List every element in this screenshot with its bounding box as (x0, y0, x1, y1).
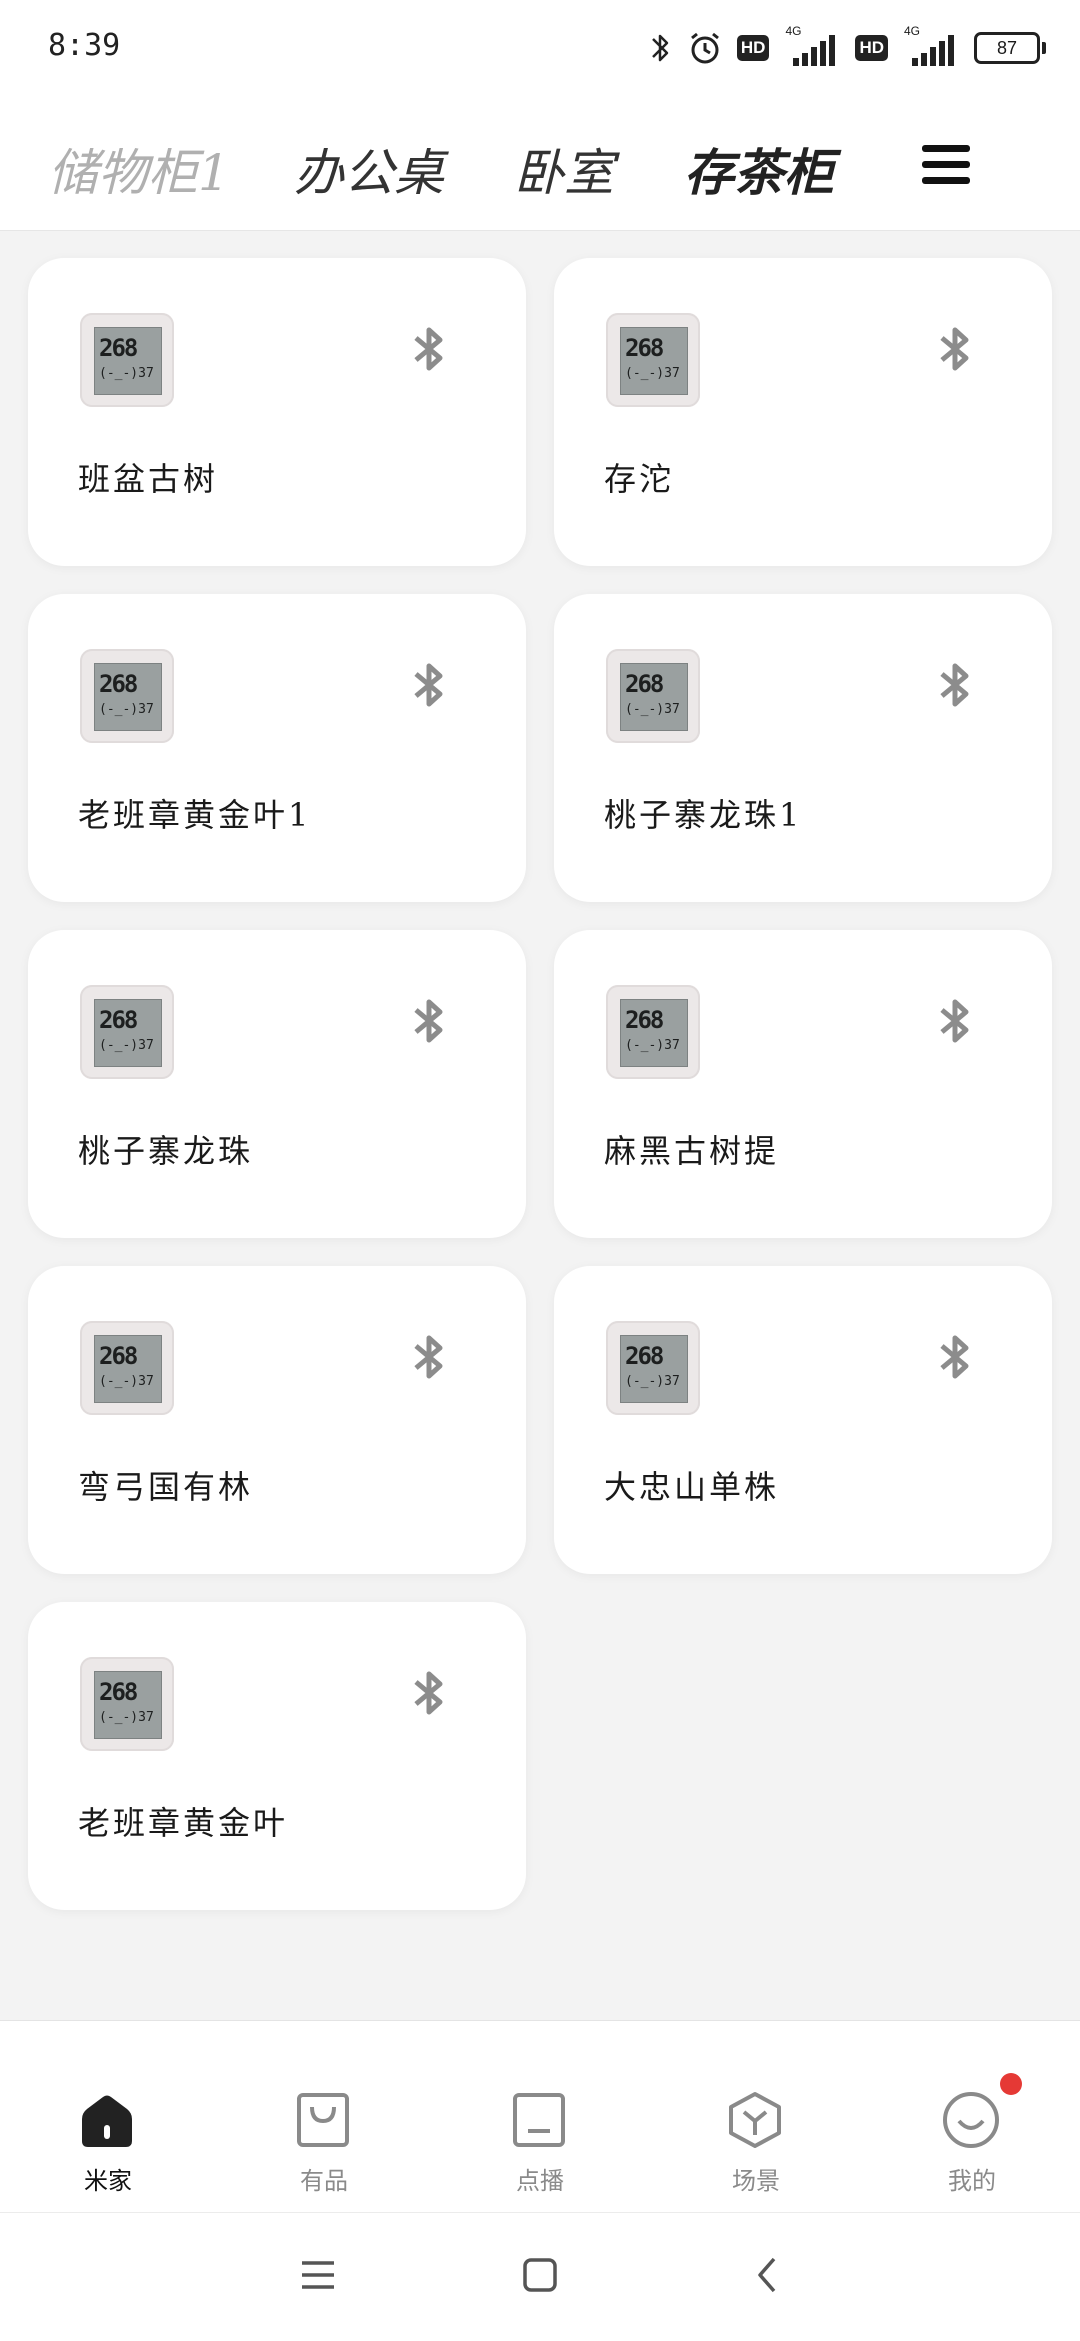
device-name: 老班章黄金叶1 (78, 796, 312, 834)
alarm-icon (690, 32, 719, 64)
nav-item-profile[interactable]: 我的 (902, 2071, 1042, 2195)
bluetooth-icon (414, 999, 443, 1043)
bluetooth-icon (940, 327, 969, 371)
shopping-bag-icon (297, 2093, 349, 2147)
bluetooth-icon (414, 327, 443, 371)
thermometer-device-icon: 268 (-_-)37 (606, 313, 700, 407)
tab-bedroom[interactable]: 卧室 (514, 133, 614, 203)
back-icon[interactable] (748, 2255, 788, 2295)
nav-label: 有品 (300, 2167, 348, 2195)
room-tabs[interactable]: 储物柜1 办公桌 卧室 存茶柜 (0, 133, 880, 203)
thermometer-device-icon: 268 (-_-)37 (606, 985, 700, 1079)
signal-icon: 4G (902, 24, 960, 66)
battery-level: 87 (996, 37, 1018, 58)
room-tab-header: 储物柜1 办公桌 卧室 存茶柜 (0, 95, 1080, 231)
nav-label: 场景 (732, 2167, 780, 2195)
nav-item-dianbo[interactable]: 点播 (470, 2071, 610, 2195)
network-type-label: 4G (904, 24, 921, 38)
hd-badge: HD (736, 35, 770, 61)
thermometer-device-icon: 268 (-_-)37 (80, 313, 174, 407)
thermometer-device-icon: 268 (-_-)37 (606, 1321, 700, 1415)
nav-item-youpin[interactable]: 有品 (254, 2071, 394, 2195)
device-name: 弯弓国有林 (78, 1468, 254, 1506)
nav-label: 点播 (516, 2167, 564, 2195)
device-card[interactable]: 268 (-_-)37 大忠山单株 (554, 1266, 1052, 1574)
device-name: 桃子寨龙珠1 (604, 796, 803, 834)
bluetooth-icon (940, 999, 969, 1043)
thermometer-device-icon: 268 (-_-)37 (606, 649, 700, 743)
bluetooth-icon (414, 1671, 443, 1715)
device-grid: 268 (-_-)37 班盆古树 268 (-_-)37 存沱 268 (-_-)37… (0, 230, 1080, 2020)
bluetooth-icon (414, 663, 443, 707)
network-type-label: 4G (785, 24, 802, 38)
tab-storage-cabinet-1[interactable]: 储物柜1 (48, 133, 230, 203)
menu-icon[interactable] (922, 145, 970, 185)
signal-icon: 4G (783, 24, 841, 66)
device-card[interactable]: 268 (-_-)37 桃子寨龙珠 (28, 930, 526, 1238)
status-bar: 8:39 HD 4G HD 4G 87 (0, 0, 1080, 95)
device-name: 麻黑古树提 (604, 1132, 780, 1170)
hd-badge: HD (855, 35, 888, 61)
device-card[interactable]: 268 (-_-)37 弯弓国有林 (28, 1266, 526, 1574)
device-name: 存沱 (604, 460, 675, 498)
device-name: 老班章黄金叶 (78, 1804, 289, 1842)
nav-item-mijia[interactable]: 米家 (38, 2071, 178, 2195)
device-card[interactable]: 268 (-_-)37 老班章黄金叶1 (28, 594, 526, 902)
battery-icon: 87 (974, 32, 1046, 64)
system-nav-bar (0, 2212, 1080, 2341)
home-square-icon[interactable] (520, 2255, 560, 2295)
thermometer-device-icon: 268 (-_-)37 (80, 1321, 174, 1415)
thermometer-device-icon: 268 (-_-)37 (80, 985, 174, 1079)
nav-item-scenes[interactable]: 场景 (686, 2071, 826, 2195)
device-card[interactable]: 268 (-_-)37 存沱 (554, 258, 1052, 566)
device-name: 大忠山单株 (604, 1468, 780, 1506)
bluetooth-icon (940, 663, 969, 707)
device-name: 班盆古树 (78, 460, 219, 498)
device-card[interactable]: 268 (-_-)37 麻黑古树提 (554, 930, 1052, 1238)
device-card[interactable]: 268 (-_-)37 班盆古树 (28, 258, 526, 566)
notification-badge (1000, 2073, 1022, 2095)
device-card[interactable]: 268 (-_-)37 老班章黄金叶 (28, 1602, 526, 1910)
nav-label: 我的 (948, 2167, 996, 2195)
profile-smile-icon (943, 2092, 999, 2148)
device-card[interactable]: 268 (-_-)37 桃子寨龙珠1 (554, 594, 1052, 902)
scene-hexagon-icon (729, 2092, 781, 2148)
nav-label: 米家 (84, 2167, 132, 2195)
device-name: 桃子寨龙珠 (78, 1132, 254, 1170)
bluetooth-icon (940, 1335, 969, 1379)
bluetooth-icon (414, 1335, 443, 1379)
bottom-nav: 米家 有品 点播 场景 我的 (0, 2020, 1080, 2213)
tab-tea-cabinet[interactable]: 存茶柜 (684, 133, 834, 203)
bluetooth-status-icon (651, 34, 669, 62)
media-icon (513, 2093, 565, 2147)
tab-office-desk[interactable]: 办公桌 (294, 133, 444, 203)
status-icons: HD 4G HD 4G 87 (649, 24, 1046, 70)
thermometer-device-icon: 268 (-_-)37 (80, 649, 174, 743)
status-time: 8:39 (48, 28, 121, 63)
home-icon (82, 2095, 132, 2147)
menu-icon[interactable] (298, 2255, 338, 2295)
thermometer-device-icon: 268 (-_-)37 (80, 1657, 174, 1751)
